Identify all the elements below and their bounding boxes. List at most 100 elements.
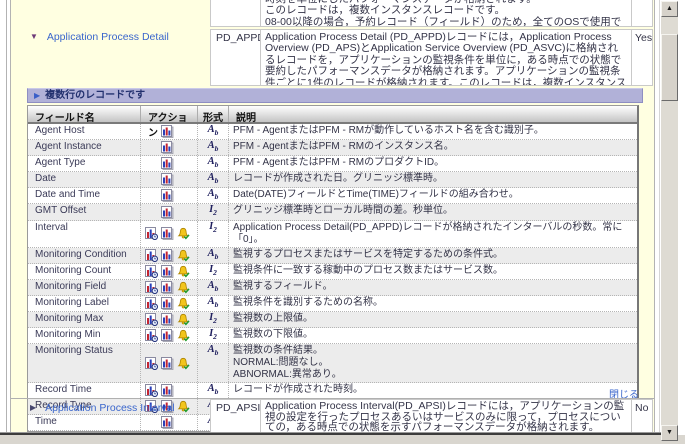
historical-report-icon [161,173,177,186]
record-link-apsi[interactable]: Application Process Interval [45,402,175,414]
format-type-ab-icon: Ab [208,172,219,183]
format-type-ab-icon: Ab [208,156,219,167]
historical-report-icon [161,189,177,202]
realtime-report-icon [145,297,161,310]
empty-action-slot [145,189,161,202]
alarm-icon [177,329,193,342]
realtime-report-icon [145,249,161,262]
field-desc: 監視条件に一致する稼動中のプロセス数またはサービス数。 [229,264,637,279]
field-format: Ab [198,280,229,295]
field-actions [141,415,198,430]
record-id: PD_APPD [211,30,260,44]
historical-report-icon [161,125,177,138]
right-frame-border-outer [659,0,660,432]
band-label: 複数行のレコードです [45,90,145,101]
field-format: I2 [198,312,229,327]
empty-action-slot [145,157,161,170]
field-format: I2 [198,204,229,219]
record-id-cell: PD_APPD [210,29,261,86]
field-table-row: Monitoring Min I2 監視数の下限値。 [28,328,637,344]
field-desc: レコードが作成された時刻。 [229,383,637,398]
field-actions [141,221,198,247]
field-table-row: Date Ab レコードが作成された日。グリニッジ標準時。 [28,172,637,188]
field-name: Monitoring Min [28,328,141,343]
historical-report-icon [161,384,177,397]
record-id: PD_APSI [211,400,260,414]
realtime-report-icon [145,384,161,397]
historical-report-icon [161,313,177,326]
field-table-row: Monitoring Status Ab 監視数の条件結果。 NORMAL:問題… [28,344,637,383]
alarm-icon [177,400,193,413]
field-table-row: Monitoring Max I2 監視数の上限値。 [28,312,637,328]
field-format: I2 [198,328,229,343]
field-name: Date [28,172,141,187]
field-desc: 監視数の上限値。 [229,312,637,327]
field-name: Monitoring Condition [28,248,141,263]
field-format: Ab [198,296,229,311]
record-multirow-cell: Yes [631,29,653,86]
scroll-up-button[interactable]: ▲ [661,1,678,17]
field-format: I2 [198,264,229,279]
field-table-body: Agent Host Ab PFM - AgentまたはPFM - RMが動作し… [28,124,637,431]
empty-action-slot [145,416,161,429]
realtime-report-icon [145,281,161,294]
format-type-ab-icon: Ab [208,140,219,151]
format-type-i2-icon: I2 [209,328,217,339]
scroll-thumb[interactable] [661,34,678,101]
header-description: 説明 [229,106,637,122]
field-desc: Application Process Detail(PD_APPD)レコードが… [229,221,637,247]
format-type-ab-icon: Ab [208,344,219,355]
vertical-scrollbar[interactable]: ▲ ▼ [661,1,678,441]
empty-action-slot [145,141,161,154]
format-type-ab-icon: Ab [208,280,219,291]
record-multirow-flag: No [632,400,652,414]
field-name: Interval [28,221,141,247]
field-table-row: Monitoring Label Ab 監視条件を識別するための名称。 [28,296,637,312]
band-arrow-icon[interactable]: ▶ [34,91,40,100]
field-desc: 監視数の下限値。 [229,328,637,343]
scroll-down-arrow-icon: ▼ [666,429,673,436]
field-format: Ab [198,140,229,155]
scroll-down-button[interactable]: ▼ [661,425,678,441]
field-actions [141,280,198,295]
empty-action-slot [145,206,161,219]
field-actions [141,140,198,155]
alarm-icon [177,313,193,326]
header-format: 形式 [198,106,229,122]
field-desc: PFM - AgentまたはPFM - RMが動作しているホスト名を含む識別子。 [229,124,637,139]
field-format: Ab [198,248,229,263]
field-format: Ab [198,188,229,203]
field-format: Ab [198,172,229,187]
historical-report-icon [161,416,177,429]
record-desc-cell: Application Process Detail (PD_APPD)レコード… [260,29,632,86]
field-actions [141,312,198,327]
format-type-i2-icon: I2 [209,221,217,232]
realtime-report-icon [145,313,161,326]
expand-triangle-icon[interactable]: ▶ [30,403,36,412]
prev-record-id-cell [210,0,261,27]
alarm-icon [177,227,193,240]
field-desc: 監視するプロセスまたはサービスを特定するための条件式。 [229,248,637,263]
field-name: Monitoring Field [28,280,141,295]
alarm-icon [177,281,193,294]
record-multirow-cell: No [631,399,653,432]
field-desc: グリニッジ標準時とローカル時間の差。秒単位。 [229,204,637,219]
field-name: Date and Time [28,188,141,203]
window-bottom-strip [0,435,685,444]
field-table-header: フィールド名 アクション 形式 説明 [28,106,637,124]
record-desc: Application Process Interval(PD_APSI)レコー… [261,400,631,432]
field-table-row: Monitoring Count I2 監視条件に一致する稼動中のプロセス数また… [28,264,637,280]
field-actions [141,204,198,219]
field-name: Agent Host [28,124,141,139]
record-row-appd: ▼ Application Process Detail [30,31,169,43]
field-table-row: GMT Offset I2 グリニッジ標準時とローカル時間の差。秒単位。 [28,204,637,220]
field-actions [141,188,198,203]
format-type-i2-icon: I2 [209,264,217,275]
field-actions [141,383,198,398]
field-name: Record Time [28,383,141,398]
record-link-appd[interactable]: Application Process Detail [47,31,169,43]
collapse-triangle-icon[interactable]: ▼ [30,32,38,41]
field-actions [141,344,198,382]
field-table-row: Date and Time Ab Date(DATE)フィールドとTime(TI… [28,188,637,204]
field-actions [141,172,198,187]
